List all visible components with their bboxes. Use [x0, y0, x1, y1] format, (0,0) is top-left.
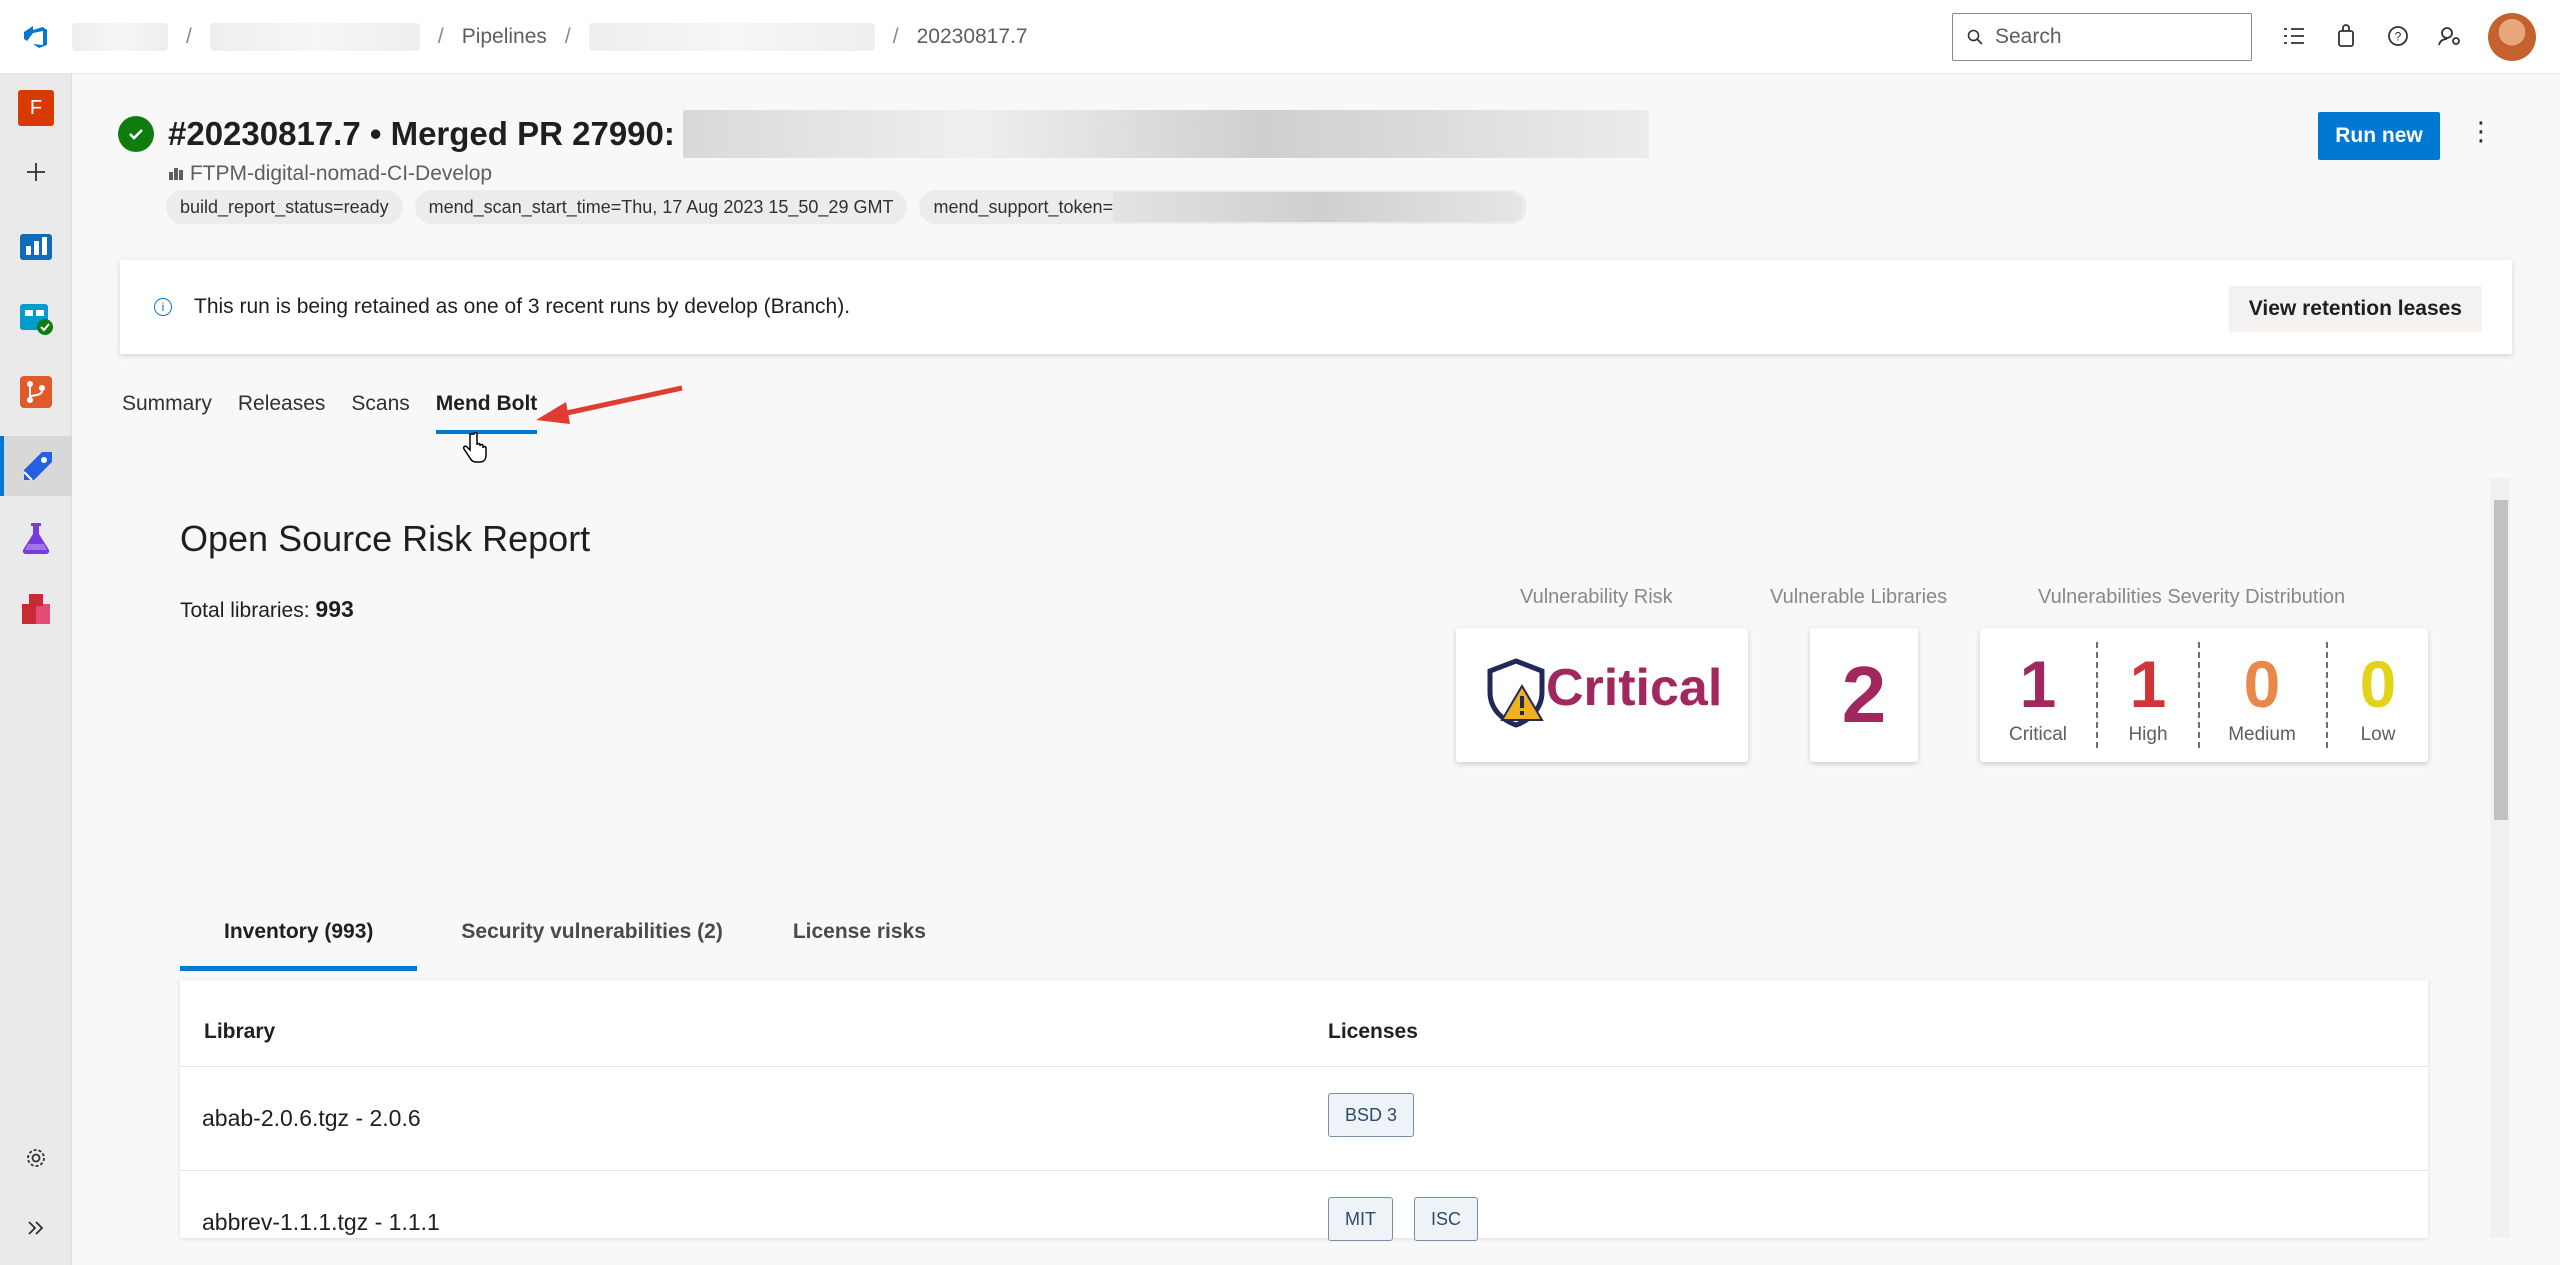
tag-token-redacted [1113, 192, 1524, 222]
search-placeholder: Search [1995, 25, 2062, 48]
breadcrumb-pipelines[interactable]: Pipelines [462, 25, 547, 49]
library-name: abab-2.0.6.tgz - 2.0.6 [202, 1105, 421, 1131]
azure-devops-logo-icon[interactable] [0, 0, 72, 74]
breadcrumb-run[interactable]: 20230817.7 [917, 25, 1028, 49]
tag-mend-support-token[interactable]: mend_support_token= [919, 190, 1528, 224]
hand-cursor-icon [463, 432, 487, 463]
severity-high-count: 1 [2129, 647, 2167, 721]
run-title-text: #20230817.7 • Merged PR 27990: [168, 115, 675, 152]
pipeline-name-text: FTPM-digital-nomad-CI-Develop [189, 162, 493, 185]
column-header-library[interactable]: Library [204, 1020, 275, 1044]
tab-scans[interactable]: Scans [351, 392, 409, 434]
severity-critical-label: Critical [2008, 724, 2068, 745]
severity-high-label: High [2128, 724, 2168, 745]
severity-high: 1 High [2090, 628, 2206, 762]
shield-warning-icon [1487, 658, 1545, 728]
table-row[interactable]: abab-2.0.6.tgz - 2.0.6 BSD 3 [180, 1066, 2428, 1170]
breadcrumb-project-redacted[interactable] [209, 22, 420, 51]
vulnerable-libraries-card: 2 [1810, 628, 1918, 762]
org-badge[interactable]: F [0, 78, 72, 138]
severity-low: 0 Low [2320, 628, 2436, 762]
user-avatar[interactable] [2488, 13, 2536, 61]
marketplace-bag-icon[interactable] [2332, 18, 2360, 54]
breadcrumb: / / Pipelines / / 20230817.7 [72, 22, 1028, 51]
vulnerable-libraries-label: Vulnerable Libraries [1770, 586, 1948, 608]
pipeline-icon [169, 168, 183, 180]
run-tabs: Summary Releases Scans Mend Bolt [122, 392, 538, 434]
severity-distribution-card: 1 Critical 1 High 0 Medium 0 Low [1980, 628, 2428, 762]
vulnerability-risk-card: Critical [1456, 628, 1748, 762]
vulnerability-risk-label: Vulnerability Risk [1520, 586, 1673, 608]
tab-inventory[interactable]: Inventory (993) [180, 908, 418, 971]
total-libraries-value: 993 [315, 596, 354, 622]
inventory-table: Library Licenses abab-2.0.6.tgz - 2.0.6 … [180, 980, 2428, 1241]
vulnerable-libraries-value: 2 [1841, 650, 1887, 739]
user-settings-icon[interactable] [2436, 18, 2464, 54]
tab-summary[interactable]: Summary [122, 392, 212, 434]
severity-low-label: Low [2360, 724, 2396, 745]
total-libraries: Total libraries: 993 [180, 596, 354, 623]
breadcrumb-org-redacted[interactable] [72, 22, 168, 51]
tab-license-risks[interactable]: License risks [767, 908, 952, 971]
severity-medium: 0 Medium [2204, 628, 2320, 762]
severity-medium-label: Medium [2228, 724, 2296, 745]
retention-banner-text: This run is being retained as one of 3 r… [194, 295, 851, 318]
search-icon [1967, 29, 1983, 45]
tag-build-report-status[interactable]: build_report_status=ready [166, 190, 403, 224]
view-retention-leases-button[interactable]: View retention leases [2228, 286, 2482, 332]
breadcrumb-pipeline-redacted[interactable] [588, 22, 875, 51]
left-nav-rail: F [0, 74, 72, 1265]
task-list-icon[interactable] [2280, 18, 2308, 54]
succeeded-status-icon [118, 116, 154, 152]
severity-critical: 1 Critical [1980, 628, 2096, 762]
retention-banner: i This run is being retained as one of 3… [120, 260, 2512, 354]
column-header-licenses[interactable]: Licenses [1328, 1020, 1418, 1044]
report-title: Open Source Risk Report [180, 518, 591, 559]
license-chip[interactable]: MIT [1328, 1197, 1393, 1241]
artifacts-icon[interactable] [0, 580, 72, 640]
test-plans-icon[interactable] [0, 508, 72, 568]
help-icon[interactable]: ? [2384, 18, 2412, 54]
tab-mend-bolt[interactable]: Mend Bolt [435, 392, 538, 434]
pipeline-name[interactable]: FTPM-digital-nomad-CI-Develop [168, 162, 492, 186]
overview-icon[interactable] [0, 216, 72, 276]
tag-mend-scan-start-time[interactable]: mend_scan_start_time=Thu, 17 Aug 2023 15… [414, 190, 908, 224]
tag-mend-support-token-text: mend_support_token= [933, 196, 1114, 217]
severity-low-count: 0 [2359, 647, 2397, 721]
report-sub-tabs: Inventory (993) Security vulnerabilities… [180, 908, 970, 971]
repos-icon[interactable] [0, 362, 72, 422]
severity-critical-count: 1 [2019, 647, 2057, 721]
org-initial: F [18, 90, 54, 126]
report-scrollbar-thumb[interactable] [2494, 500, 2508, 820]
table-row[interactable]: abbrev-1.1.1.tgz - 1.1.1 MIT ISC [180, 1170, 2428, 1241]
severity-medium-count: 0 [2243, 647, 2281, 721]
plus-icon[interactable] [0, 142, 72, 202]
project-settings-gear-icon[interactable] [0, 1128, 72, 1188]
tab-releases[interactable]: Releases [238, 392, 326, 434]
run-title: #20230817.7 • Merged PR 27990: [168, 110, 1649, 158]
pipelines-icon[interactable] [0, 436, 72, 496]
license-chip[interactable]: ISC [1414, 1197, 1479, 1241]
tab-security-vulnerabilities[interactable]: Security vulnerabilities (2) [435, 908, 748, 971]
severity-distribution-label: Vulnerabilities Severity Distribution [2038, 586, 2346, 608]
run-new-button[interactable]: Run new [2318, 112, 2440, 160]
top-bar: / / Pipelines / / 20230817.7 Search ? [0, 0, 2560, 74]
annotation-arrow-icon [536, 385, 683, 424]
more-options-icon[interactable]: ⋮ [2468, 116, 2494, 147]
total-libraries-label: Total libraries: [180, 599, 310, 622]
svg-text:?: ? [2395, 30, 2402, 44]
search-input[interactable]: Search [1952, 13, 2252, 61]
expand-rail-chevron-icon[interactable] [0, 1198, 72, 1258]
run-tags: build_report_status=ready mend_scan_star… [166, 190, 1528, 224]
run-title-redacted [682, 110, 1649, 158]
vulnerability-risk-value: Critical [1546, 659, 1723, 717]
library-name: abbrev-1.1.1.tgz - 1.1.1 [202, 1209, 440, 1235]
boards-icon[interactable] [0, 288, 72, 348]
license-chip[interactable]: BSD 3 [1328, 1093, 1415, 1137]
info-icon: i [154, 298, 172, 316]
